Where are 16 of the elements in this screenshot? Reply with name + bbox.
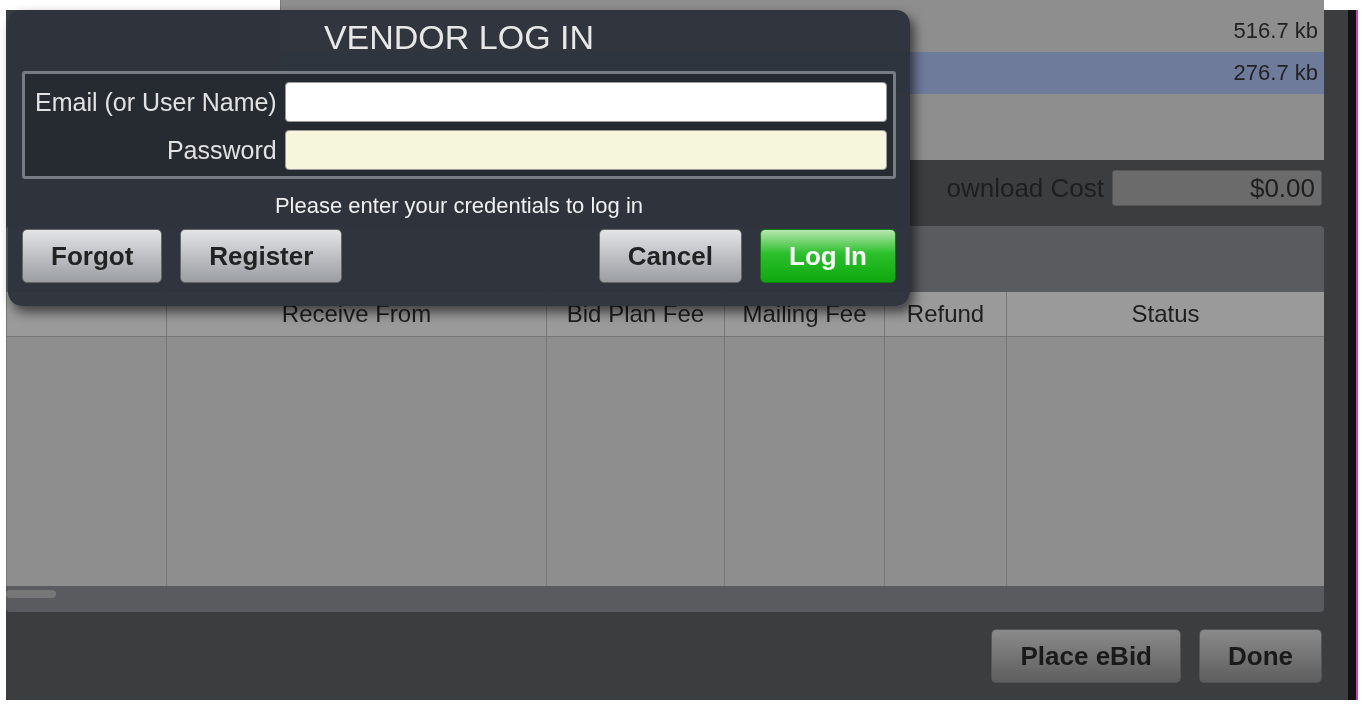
- column-header: Status: [1006, 292, 1324, 336]
- dialog-title: VENDOR LOG IN: [322, 18, 596, 57]
- input-field[interactable]: [284, 82, 887, 122]
- field-label: Email (or User Name): [35, 87, 277, 117]
- dialog-button[interactable]: Register: [180, 229, 343, 283]
- dialog-button[interactable]: Cancel: [598, 229, 742, 283]
- download-cost-field: $0.00: [1112, 170, 1322, 206]
- footer-button[interactable]: Place eBid: [991, 629, 1181, 683]
- log-in-button[interactable]: Log In: [760, 229, 896, 283]
- scrollbar[interactable]: [6, 590, 56, 598]
- input-field[interactable]: [284, 130, 887, 170]
- dialog-button[interactable]: Forgot: [22, 229, 163, 283]
- field-label: Password: [165, 135, 277, 165]
- login-message: Please enter your credentials to log in: [273, 193, 645, 219]
- file-size: 276.7 kb: [1233, 60, 1318, 86]
- footer-button[interactable]: Done: [1199, 629, 1322, 683]
